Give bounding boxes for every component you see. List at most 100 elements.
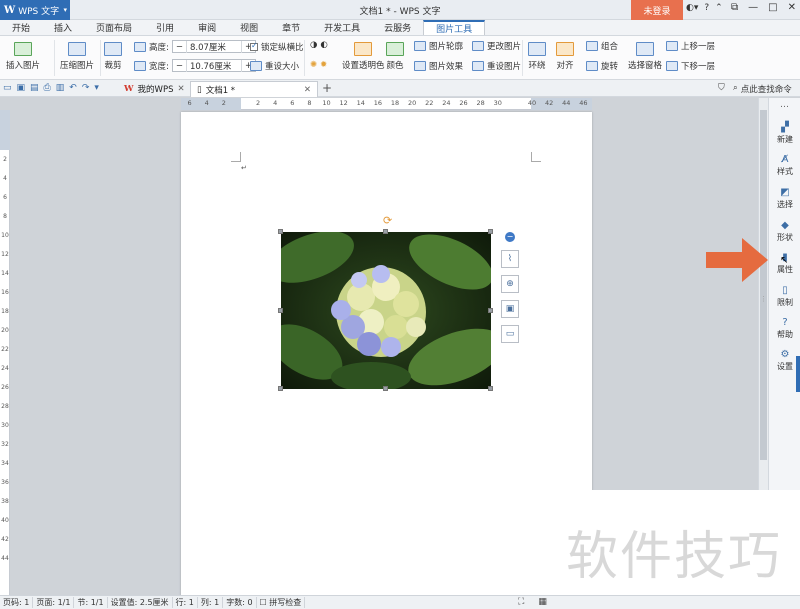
pin-icon[interactable]: ⌃: [715, 3, 723, 13]
restore-icon[interactable]: ⧉: [731, 2, 738, 13]
minimize-button[interactable]: —: [748, 2, 758, 13]
redo-icon[interactable]: ↷: [82, 83, 90, 93]
save-icon[interactable]: ▣: [17, 83, 26, 93]
picture-effect-button[interactable]: 图片效果: [414, 60, 463, 72]
new-tab-button[interactable]: +: [322, 81, 332, 95]
compress-picture-button[interactable]: 压缩图片: [60, 42, 94, 71]
vertical-scrollbar[interactable]: [758, 98, 768, 490]
open-icon[interactable]: ▭: [3, 83, 12, 93]
status-words: 字数: 0: [223, 597, 257, 608]
picture-crop-icon[interactable]: ▣: [501, 300, 519, 318]
close-icon[interactable]: ✕: [177, 84, 184, 94]
layout-options-icon[interactable]: ⌇: [501, 250, 519, 268]
send-backward-button[interactable]: 下移一层: [666, 60, 715, 72]
side-item-help[interactable]: ? 帮助: [769, 317, 800, 340]
wps-logo-icon: W: [4, 4, 16, 16]
print-icon[interactable]: ⎙: [44, 83, 51, 93]
side-item-label: 设置: [777, 362, 793, 371]
panel-toggle-bar[interactable]: [796, 356, 800, 392]
ruler-tick: 40: [1, 517, 9, 524]
change-picture-button[interactable]: 更改图片: [472, 40, 521, 52]
close-icon[interactable]: ✕: [304, 85, 311, 95]
horizontal-ruler[interactable]: 6 4 2 2 4 6 8 10 12 14 16 18 20 22 24 26 28 30 40 42 44 46: [181, 98, 592, 110]
group-button[interactable]: 组合: [586, 40, 618, 52]
tab-developer[interactable]: 开发工具: [312, 20, 372, 35]
tab-my-wps[interactable]: W 我的WPS ✕: [118, 81, 191, 97]
collapse-icon[interactable]: −: [505, 232, 515, 242]
help-icon[interactable]: ?: [704, 3, 709, 13]
resize-handle[interactable]: [488, 229, 493, 234]
tab-document[interactable]: ▯ 文档1 * ✕: [190, 81, 318, 97]
sun-down-icon: ✹: [320, 60, 328, 70]
app-menu-button[interactable]: W WPS 文字 ▾: [0, 0, 70, 20]
hydrangea-photo[interactable]: [281, 232, 491, 389]
resize-handle[interactable]: [488, 386, 493, 391]
selected-picture[interactable]: ⟳: [278, 214, 493, 391]
login-button[interactable]: 未登录: [631, 0, 683, 20]
undo-icon[interactable]: ↶: [69, 83, 77, 93]
zoom-in-icon[interactable]: ⊕: [501, 275, 519, 293]
color-button[interactable]: 颜色: [386, 42, 404, 71]
panel-menu-icon[interactable]: …: [769, 98, 800, 110]
side-item-restrict[interactable]: ▯ 限制: [769, 285, 800, 308]
tab-references[interactable]: 引用: [144, 20, 186, 35]
insert-picture-button[interactable]: 插入图片: [6, 42, 40, 71]
ruler-tick: 38: [1, 498, 9, 505]
brightness-buttons[interactable]: ✺ ✹: [310, 60, 327, 70]
height-decrement[interactable]: −: [173, 42, 186, 52]
height-input[interactable]: 8.07厘米: [186, 40, 242, 53]
set-transparent-button[interactable]: 设置透明色: [342, 42, 385, 71]
width-input[interactable]: 10.76厘米: [186, 59, 242, 72]
document-page[interactable]: ↵ ⟳ − ⌇ ⊕ ▣ ▭: [181, 112, 592, 596]
tab-section[interactable]: 章节: [270, 20, 312, 35]
crop-button[interactable]: 裁剪: [104, 42, 122, 71]
skin-icon[interactable]: ◐▾: [686, 3, 698, 13]
tab-page-layout[interactable]: 页面布局: [84, 20, 144, 35]
bring-forward-button[interactable]: 上移一层: [666, 40, 715, 52]
side-item-shape[interactable]: ◆ 形状: [769, 220, 800, 243]
tab-home[interactable]: 开始: [0, 20, 42, 35]
filter-icon[interactable]: ⛉: [718, 83, 725, 93]
reset-size-button[interactable]: 重设大小: [250, 60, 299, 72]
preview-icon[interactable]: ▥: [56, 83, 65, 93]
tab-review[interactable]: 审阅: [186, 20, 228, 35]
page-view-icon[interactable]: ▦: [538, 597, 547, 607]
resize-handle[interactable]: [383, 386, 388, 391]
resize-handle[interactable]: [383, 229, 388, 234]
tab-view[interactable]: 视图: [228, 20, 270, 35]
tab-picture-tools[interactable]: 图片工具: [423, 20, 486, 35]
vertical-ruler[interactable]: 2 4 6 8 10 12 14 16 18 20 22 24 26 28 30 32 34 36 38 40 42 44: [0, 110, 10, 595]
reset-picture-button[interactable]: 重设图片: [472, 60, 521, 72]
fullscreen-icon[interactable]: ⛶: [518, 597, 524, 607]
width-decrement[interactable]: −: [173, 61, 186, 71]
resize-handle[interactable]: [278, 308, 283, 313]
tab-insert[interactable]: 插入: [42, 20, 84, 35]
find-command-search[interactable]: ⌕ 点此查找命令: [733, 83, 792, 95]
scrollbar-thumb[interactable]: [760, 110, 767, 460]
align-button[interactable]: 对齐: [556, 42, 574, 71]
more-icon[interactable]: ▾: [94, 83, 99, 93]
ruler-tick: 4: [273, 99, 278, 107]
side-item-select[interactable]: ◩ 选择: [769, 187, 800, 210]
picture-outline-button[interactable]: 图片轮廓: [414, 40, 463, 52]
lock-ratio-checkbox[interactable]: 锁定纵横比: [250, 41, 304, 53]
contrast-buttons[interactable]: ◑ ◐: [310, 40, 328, 50]
selection-pane-button[interactable]: 选择窗格: [628, 42, 662, 71]
close-button[interactable]: ✕: [788, 2, 796, 13]
resize-handle[interactable]: [278, 229, 283, 234]
picture-frame-icon[interactable]: ▭: [501, 325, 519, 343]
spell-check-toggle[interactable]: ☐ 拼写检查: [257, 597, 306, 608]
grip-icon[interactable]: ⋮: [760, 295, 767, 303]
wrap-button[interactable]: 环绕: [528, 42, 546, 71]
style-icon: A̸: [781, 154, 789, 165]
resize-handle[interactable]: [278, 386, 283, 391]
height-field: 高度: − 8.07厘米 +: [134, 40, 257, 53]
maximize-button[interactable]: □: [768, 2, 777, 13]
side-item-style[interactable]: A̸ 样式: [769, 154, 800, 177]
tab-cloud[interactable]: 云服务: [372, 20, 423, 35]
side-item-new[interactable]: ▞ 新建: [769, 122, 800, 145]
resize-handle[interactable]: [488, 308, 493, 313]
rotate-handle-icon[interactable]: ⟳: [383, 214, 392, 227]
export-icon[interactable]: ▤: [30, 83, 39, 93]
rotate-button[interactable]: 旋转: [586, 60, 618, 72]
